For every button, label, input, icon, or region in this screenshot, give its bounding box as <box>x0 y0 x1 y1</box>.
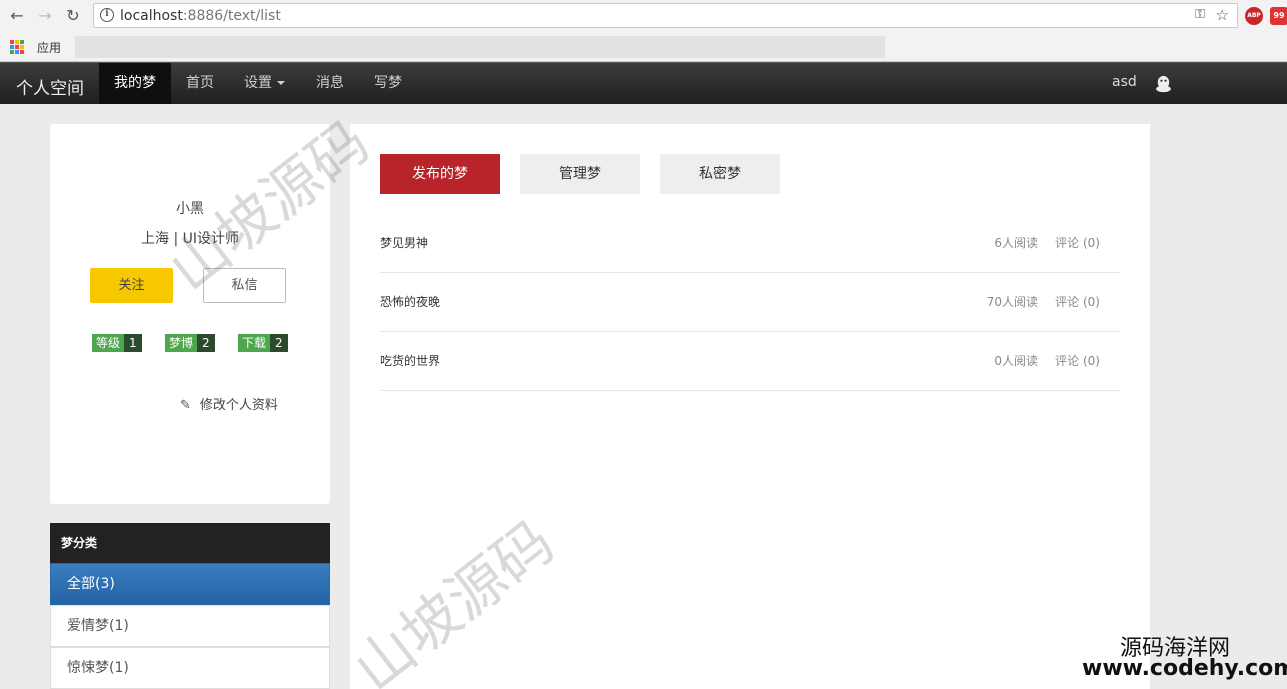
profile-location: 上海 | UI设计师 <box>141 231 239 247</box>
info-icon[interactable]: i <box>100 8 114 22</box>
edit-profile-link[interactable]: ✎ 修改个人资料 <box>180 394 278 413</box>
forward-arrow-icon[interactable]: → <box>34 6 56 26</box>
tab-private-dreams[interactable]: 私密梦 <box>660 154 780 194</box>
browser-chrome: ← → ↻ i localhost:8886/text/list ⚿ ☆ ABP… <box>0 0 1287 62</box>
tab-manage-dreams[interactable]: 管理梦 <box>520 154 640 194</box>
post-title[interactable]: 恐怖的夜晚 <box>380 273 440 332</box>
post-comments[interactable]: 评论 (0) <box>1055 214 1100 273</box>
top-navbar: 个人空间 我的梦 首页 设置 消息 写梦 asd <box>0 62 1287 104</box>
post-comments[interactable]: 评论 (0) <box>1055 332 1100 391</box>
bookmark-star-icon[interactable]: ☆ <box>1216 6 1229 24</box>
address-bar[interactable]: i localhost:8886/text/list ⚿ ☆ <box>93 3 1238 28</box>
nav-item-settings[interactable]: 设置 <box>229 63 300 104</box>
category-item-all[interactable]: 全部(3) <box>50 563 330 605</box>
level-badge: 等级 1 <box>92 334 142 352</box>
category-item-thriller[interactable]: 惊悚梦(1) <box>50 647 330 689</box>
post-comments[interactable]: 评论 (0) <box>1055 273 1100 332</box>
apps-grid-icon[interactable] <box>10 40 24 54</box>
main-panel: 发布的梦 管理梦 私密梦 梦见男神 6人阅读 评论 (0) 恐怖的夜晚 70人阅… <box>350 124 1150 689</box>
post-title[interactable]: 梦见男神 <box>380 214 428 273</box>
nav-item-write-dream[interactable]: 写梦 <box>359 63 417 104</box>
blurred-bookmarks <box>75 36 885 58</box>
site-url-watermark: www.codehy.com <box>1082 656 1287 681</box>
qq-penguin-icon[interactable] <box>1155 75 1172 93</box>
back-arrow-icon[interactable]: ← <box>6 6 28 26</box>
follow-button[interactable]: 关注 <box>90 268 173 303</box>
username[interactable]: asd <box>1112 74 1137 90</box>
list-item[interactable]: 恐怖的夜晚 70人阅读 评论 (0) <box>380 273 1120 332</box>
message-button[interactable]: 私信 <box>203 268 286 303</box>
apps-label[interactable]: 应用 <box>37 39 61 56</box>
adblock-extension-icon[interactable]: ABP <box>1245 7 1263 25</box>
extension-badge-icon[interactable]: 99 <box>1270 7 1287 25</box>
nav-item-my-dreams[interactable]: 我的梦 <box>99 63 171 104</box>
list-item[interactable]: 吃货的世界 0人阅读 评论 (0) <box>380 332 1120 391</box>
post-reads: 70人阅读 <box>986 295 1038 309</box>
profile-name: 小黑 <box>176 201 204 217</box>
nav-item-messages[interactable]: 消息 <box>301 63 359 104</box>
edit-icon: ✎ <box>180 398 191 413</box>
dream-blog-badge: 梦博 2 <box>165 334 215 352</box>
caret-down-icon <box>277 81 285 85</box>
nav-item-home[interactable]: 首页 <box>171 63 229 104</box>
brand-title[interactable]: 个人空间 <box>16 74 84 99</box>
post-title[interactable]: 吃货的世界 <box>380 332 440 391</box>
category-item-love[interactable]: 爱情梦(1) <box>50 605 330 647</box>
category-panel-title: 梦分类 <box>50 523 330 563</box>
url-text: localhost:8886/text/list <box>120 8 281 24</box>
reload-icon[interactable]: ↻ <box>62 6 84 26</box>
list-item[interactable]: 梦见男神 6人阅读 评论 (0) <box>380 214 1120 273</box>
post-reads: 6人阅读 <box>994 236 1038 250</box>
key-icon[interactable]: ⚿ <box>1195 7 1205 22</box>
tab-published-dreams[interactable]: 发布的梦 <box>380 154 500 194</box>
download-badge: 下载 2 <box>238 334 288 352</box>
post-reads: 0人阅读 <box>994 354 1038 368</box>
profile-card: 小黑 上海 | UI设计师 关注 私信 等级 1 梦博 2 下载 2 ✎ 修改个人资料 <box>50 124 330 504</box>
